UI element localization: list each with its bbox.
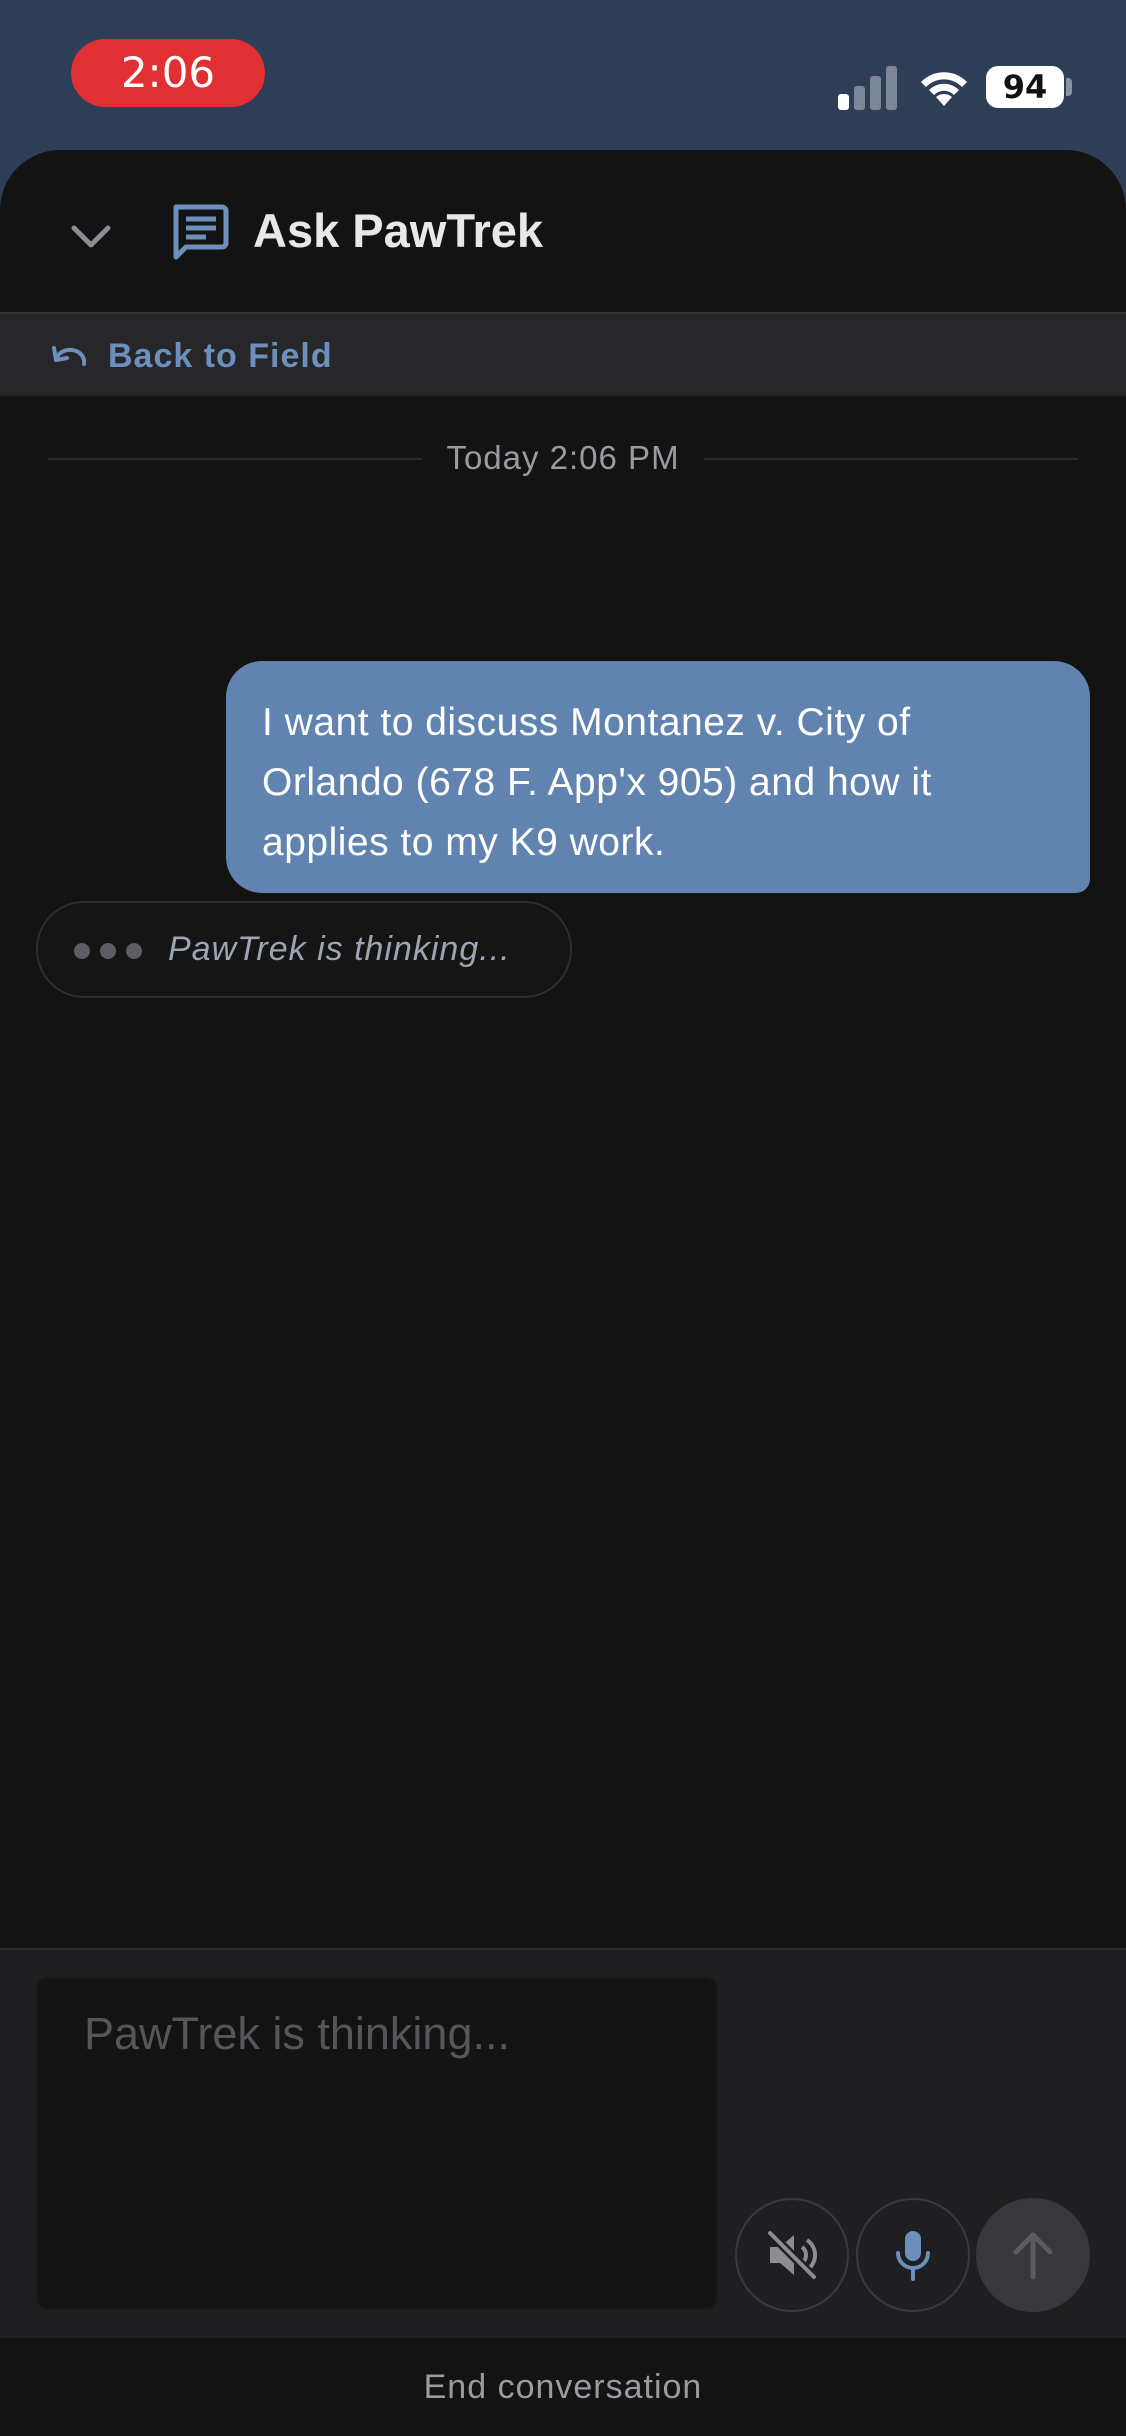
chat-icon	[173, 204, 229, 260]
typing-dots-icon	[74, 943, 152, 961]
microphone-button[interactable]	[856, 2198, 970, 2312]
send-button[interactable]	[976, 2198, 1090, 2312]
undo-icon	[52, 346, 87, 366]
date-divider-text: Today 2:06 PM	[422, 439, 704, 476]
thinking-indicator: PawTrek is thinking...	[36, 901, 572, 998]
wifi-icon	[921, 72, 967, 106]
date-divider: Today 2:06 PM	[48, 436, 1078, 480]
composer: PawTrek is thinking...	[0, 1948, 1126, 2338]
speaker-muted-icon	[766, 2229, 818, 2281]
message-input[interactable]: PawTrek is thinking...	[36, 1976, 718, 2310]
mute-button[interactable]	[735, 2198, 849, 2312]
end-conversation-button[interactable]: End conversation	[0, 2338, 1126, 2436]
user-message-bubble: I want to discuss Montanez v. City of Or…	[226, 661, 1090, 893]
arrow-up-icon	[1013, 2232, 1053, 2280]
back-to-field-button[interactable]: Back to Field	[0, 312, 1126, 397]
microphone-icon	[896, 2231, 930, 2281]
battery-icon	[1066, 78, 1072, 96]
back-to-field-label: Back to Field	[108, 337, 333, 375]
battery-level: 94	[986, 66, 1064, 108]
page-title: Ask PawTrek	[253, 204, 544, 257]
chevron-down-icon[interactable]	[62, 208, 120, 266]
status-time[interactable]: 2:06	[71, 39, 265, 107]
thinking-text: PawTrek is thinking...	[168, 930, 511, 968]
signal-icon	[838, 64, 900, 110]
status-bar: 2:06 94	[0, 0, 1126, 150]
